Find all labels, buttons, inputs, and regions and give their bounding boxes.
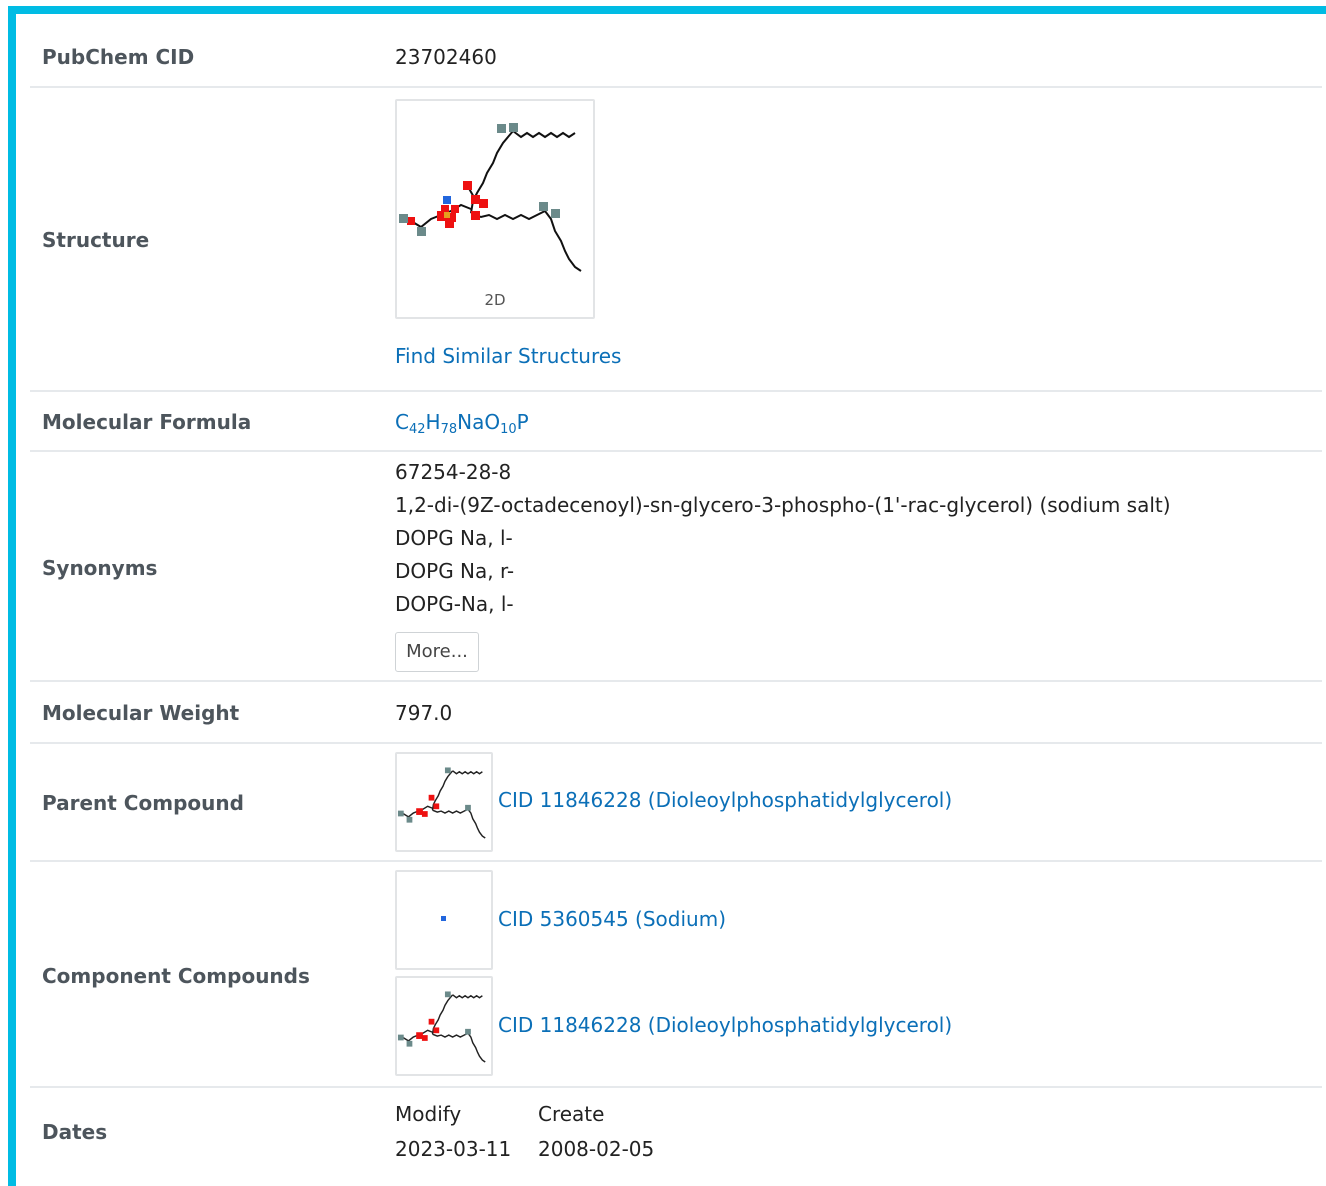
- formula-element-p: P: [516, 410, 529, 434]
- parent-compound-thumbnail[interactable]: [395, 752, 493, 852]
- component-compound-link[interactable]: CID 5360545 (Sodium): [498, 907, 726, 931]
- label-parent-compound: Parent Compound: [42, 791, 244, 815]
- component-compound-structure-drawing: [397, 991, 486, 1063]
- synonym-item: DOPG Na, l-: [395, 526, 513, 550]
- label-molecular-weight: Molecular Weight: [42, 701, 240, 725]
- create-date-value: 2008-02-05: [538, 1137, 655, 1161]
- modify-date-label: Modify: [395, 1102, 462, 1126]
- more-synonyms-button[interactable]: More...: [395, 632, 479, 672]
- find-similar-structures-link[interactable]: Find Similar Structures: [395, 344, 621, 368]
- synonym-item: DOPG Na, r-: [395, 559, 515, 583]
- formula-element-c: C: [395, 410, 409, 434]
- formula-count-h: 78: [440, 422, 458, 437]
- parent-compound-link[interactable]: CID 11846228 (Dioleoylphosphatidylglycer…: [498, 788, 952, 812]
- synonym-item: DOPG-Na, l-: [395, 592, 514, 616]
- modify-date-value: 2023-03-11: [395, 1137, 512, 1161]
- synonym-item: 1,2-di-(9Z-octadecenoyl)-sn-glycero-3-ph…: [395, 493, 1171, 517]
- component-compound-thumbnail[interactable]: [395, 870, 493, 970]
- row-parent-compound: Parent Compound CID 11846228 (Dioleoylph…: [30, 744, 1322, 862]
- structure-dimension-badge: 2D: [484, 291, 506, 309]
- formula-count-o: 10: [500, 422, 517, 437]
- label-pubchem-cid: PubChem CID: [42, 45, 195, 69]
- label-molecular-formula: Molecular Formula: [42, 410, 252, 434]
- label-synonyms: Synonyms: [42, 556, 158, 580]
- row-dates: Dates Modify Create 2023-03-11 2008-02-0…: [30, 1088, 1322, 1180]
- value-pubchem-cid: 23702460: [395, 45, 497, 69]
- molecular-formula-link[interactable]: C42H78NaO10P: [395, 410, 529, 437]
- component-compound-link[interactable]: CID 11846228 (Dioleoylphosphatidylglycer…: [498, 1013, 952, 1037]
- sodium-structure-drawing: [441, 916, 446, 921]
- parent-compound-structure-drawing: [397, 767, 486, 839]
- label-dates: Dates: [42, 1120, 108, 1144]
- formula-element-nao: NaO: [457, 410, 501, 434]
- row-molecular-formula: Molecular Formula C42H78NaO10P: [30, 392, 1322, 452]
- row-structure: Structure 2D Find Similar Structures: [30, 88, 1322, 392]
- create-date-label: Create: [538, 1102, 605, 1126]
- label-component-compounds: Component Compounds: [42, 964, 310, 988]
- value-molecular-weight: 797.0: [395, 701, 453, 725]
- label-structure: Structure: [42, 228, 150, 252]
- formula-element-h: H: [425, 410, 441, 434]
- row-molecular-weight: Molecular Weight 797.0: [30, 682, 1322, 744]
- synonym-item: 67254-28-8: [395, 460, 512, 484]
- row-synonyms: Synonyms 67254-28-8 1,2-di-(9Z-octadecen…: [30, 452, 1322, 682]
- component-compound-thumbnail[interactable]: [395, 976, 493, 1076]
- formula-count-c: 42: [408, 422, 426, 437]
- structure-2d-image[interactable]: 2D: [395, 99, 595, 319]
- structure-2d-drawing: [399, 123, 582, 272]
- row-pubchem-cid: PubChem CID 23702460: [30, 28, 1322, 88]
- row-component-compounds: Component Compounds CID 5360545 (Sodium)…: [30, 862, 1322, 1088]
